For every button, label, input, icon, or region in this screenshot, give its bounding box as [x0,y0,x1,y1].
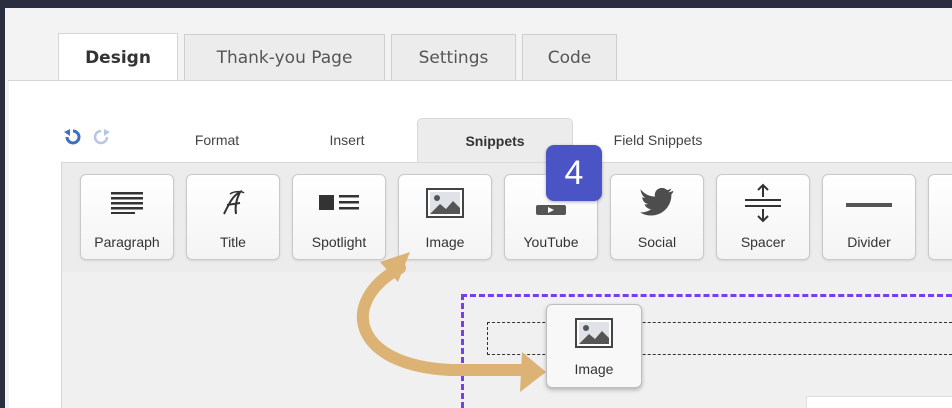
paragraph-icon [111,192,143,214]
subtab-format[interactable]: Format [157,118,277,162]
spotlight-icon [319,195,359,210]
snippet-divider[interactable]: Divider [822,174,916,260]
snippet-label: Divider [847,234,891,250]
twitter-icon [640,188,674,216]
undo-icon[interactable] [63,128,81,146]
snippet-spacer[interactable]: Spacer [716,174,810,260]
tab-thank-you-page[interactable]: Thank-you Page [184,34,385,81]
snippet-label: Image [425,234,465,250]
snippet-image[interactable]: Image [398,174,492,260]
snippet-label: Paragraph [94,234,160,250]
snippet-paragraph[interactable]: Paragraph [80,174,174,260]
tab-design[interactable]: Design [58,33,178,81]
snippet-label: Title [220,234,246,250]
title-icon [223,189,245,215]
drag-ghost-label: Image [574,361,614,377]
snippet-partial[interactable] [928,174,952,260]
tab-code[interactable]: Code [522,34,617,81]
snippet-label: YouTube [523,234,579,250]
top-bar [0,0,952,8]
snippet-label: Social [637,234,677,250]
subtab-insert[interactable]: Insert [277,118,417,162]
image-icon [426,188,464,218]
content-block [806,396,952,408]
divider-icon [846,203,892,207]
main-tabs: Design Thank-you Page Settings Code [58,33,623,81]
spacer-icon [745,183,781,223]
snippet-label: Spacer [740,234,786,250]
snippet-spotlight[interactable]: Spotlight [292,174,386,260]
step-badge: 4 [546,145,602,201]
toolbar-tabs: Format Insert Snippets Field Snippets [157,118,743,162]
tab-settings[interactable]: Settings [391,34,516,81]
snippet-title[interactable]: Title [186,174,280,260]
image-icon [575,318,613,348]
snippet-social[interactable]: Social [610,174,704,260]
drag-image-ghost: Image [546,304,642,388]
redo-icon[interactable] [93,128,111,146]
snippet-label: Spotlight [311,234,367,250]
